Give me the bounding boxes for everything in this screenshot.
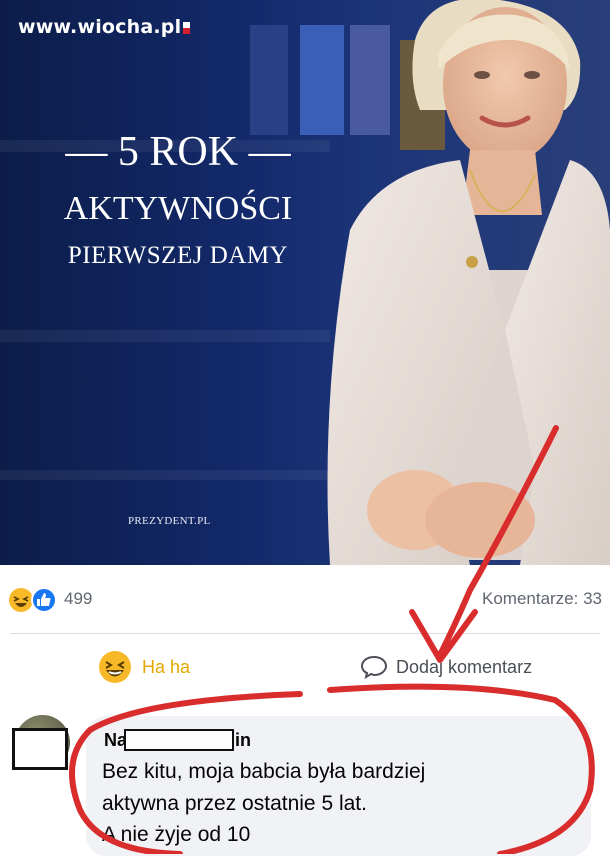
- add-comment-label: Dodaj komentarz: [396, 656, 533, 677]
- haha-label: Ha ha: [142, 656, 191, 677]
- site-logo-text: www.wiocha.pl: [18, 16, 182, 38]
- reaction-icons[interactable]: [8, 587, 60, 613]
- shelf-background: [0, 470, 330, 480]
- comment-author-suffix[interactable]: in: [235, 730, 251, 751]
- flag-icon: [183, 21, 191, 34]
- like-icon: [31, 587, 57, 613]
- banner-title-line3: PIERWSZEJ DAMY: [67, 242, 289, 269]
- haha-reaction-button[interactable]: Ha ha: [98, 650, 190, 684]
- avatar-censor-box: [12, 728, 68, 770]
- author-censor-bar: [124, 729, 234, 751]
- reactions-count[interactable]: 499: [64, 589, 92, 609]
- comment-text-line: aktywna przez ostatnie 5 lat.: [102, 792, 367, 815]
- comment-icon: [360, 655, 388, 679]
- comments-count-link[interactable]: Komentarze: 33: [482, 589, 602, 609]
- haha-icon: [99, 651, 131, 683]
- portrait-photo: [327, 0, 610, 565]
- shelf-background: [0, 330, 330, 342]
- book-decoration: [250, 25, 288, 135]
- add-comment-button[interactable]: Dodaj komentarz: [360, 652, 532, 682]
- banner-watermark: PREZYDENT.PL: [128, 515, 211, 527]
- divider: [10, 633, 600, 634]
- haha-icon: [9, 588, 33, 612]
- comment-text-line: Bez kitu, moja babcia była bardziej: [102, 760, 426, 783]
- comment-text-line: A nie żyje od 10: [102, 823, 251, 846]
- banner-title-line1: — 5 ROK —: [65, 129, 291, 175]
- post-image[interactable]: www.wiocha.pl — 5 ROK — AKTYWNOŚCI PIERW…: [0, 0, 610, 565]
- site-logo: www.wiocha.pl: [18, 16, 191, 38]
- banner-title-line2: AKTYWNOŚCI: [63, 190, 293, 227]
